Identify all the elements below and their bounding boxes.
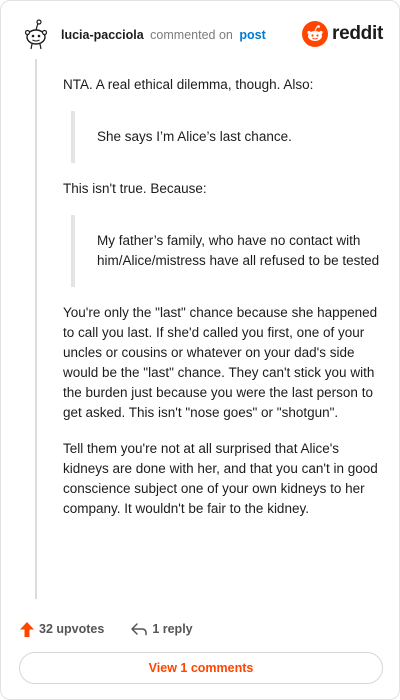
comment-body: NTA. A real ethical dilemma, though. Als…	[63, 75, 383, 535]
post-link[interactable]: post	[239, 28, 265, 42]
comment-footer: 32 upvotes 1 reply	[19, 617, 193, 641]
blockquote: She says I’m Alice’s last chance.	[71, 111, 383, 163]
view-comments-button[interactable]: View 1 comments	[19, 652, 383, 684]
comment-meta: lucia-pacciola commented on post	[61, 28, 266, 42]
quote-text: My father’s family, who have no contact …	[97, 233, 380, 268]
snoo-avatar-icon[interactable]	[19, 17, 53, 51]
reddit-brand[interactable]: reddit	[302, 19, 383, 49]
upvote-arrow-icon	[20, 621, 34, 637]
upvote-button[interactable]: 32 upvotes	[19, 621, 104, 638]
quote-text: She says I’m Alice’s last chance.	[97, 129, 292, 144]
comment-paragraph: Tell them you're not at all surprised th…	[63, 441, 378, 516]
action-text: commented on	[150, 28, 233, 42]
author-username[interactable]: lucia-pacciola	[61, 28, 144, 42]
reddit-logo-icon	[302, 21, 329, 47]
thread-line[interactable]	[35, 59, 37, 599]
comment-paragraph: This isn't true. Because:	[63, 181, 207, 196]
upvote-count: 32 upvotes	[39, 622, 105, 636]
reply-arrow-icon	[131, 623, 148, 636]
comment-card: lucia-pacciola commented on post reddit …	[0, 0, 400, 700]
blockquote: My father’s family, who have no contact …	[71, 215, 383, 287]
brand-wordmark: reddit	[332, 23, 383, 44]
comment-paragraph: You're only the "last" chance because sh…	[63, 305, 378, 420]
reply-count: 1 reply	[152, 622, 193, 636]
comment-paragraph: NTA. A real ethical dilemma, though. Als…	[63, 77, 314, 92]
comment-header: lucia-pacciola commented on post reddit	[19, 17, 383, 53]
reply-button[interactable]: 1 reply	[130, 622, 193, 636]
